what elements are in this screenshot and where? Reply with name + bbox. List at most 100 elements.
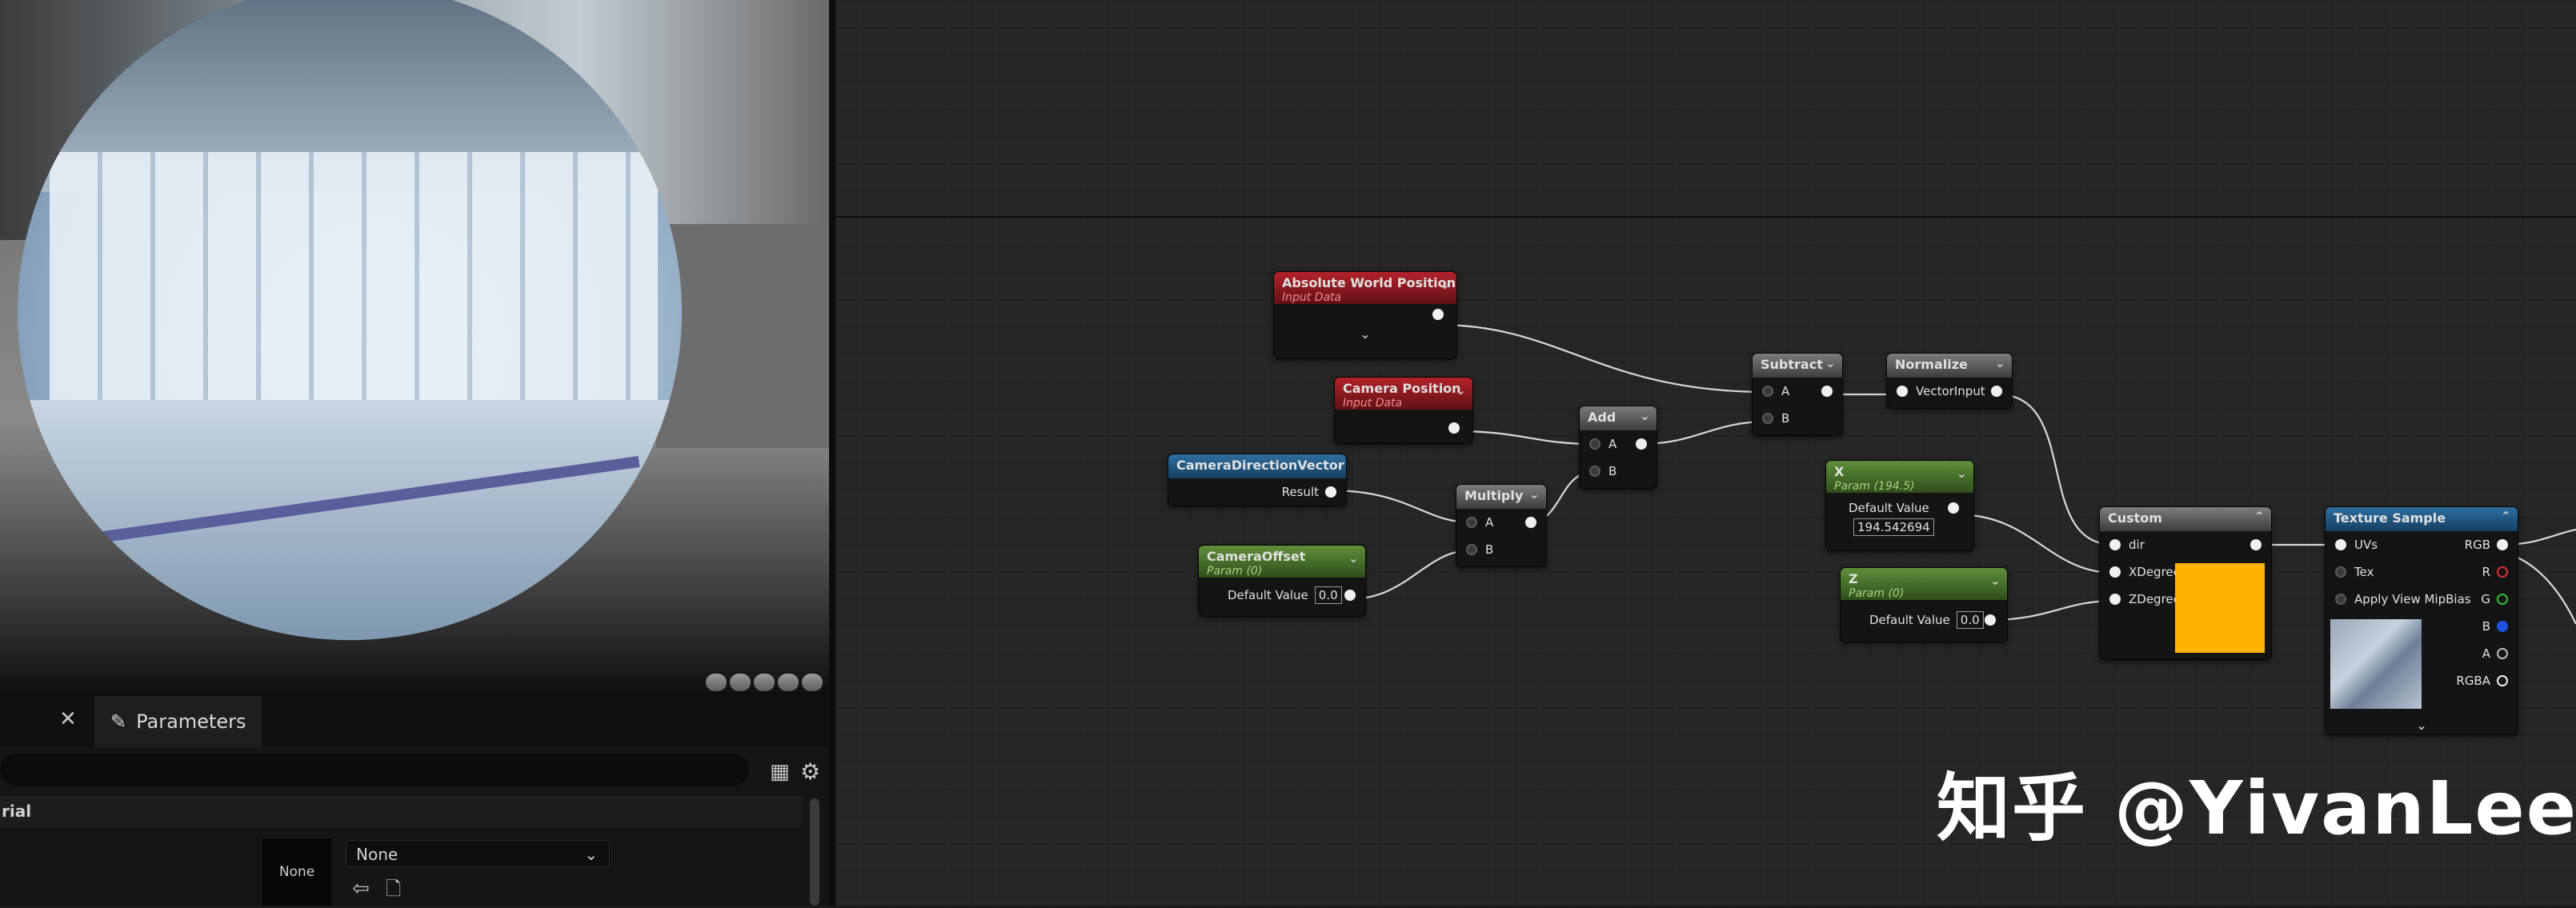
details-panel: ✕ ✎ Parameters ▦ ⚙ rial None None ⌄ ⇦ 🗋 bbox=[0, 696, 829, 906]
output-pin[interactable] bbox=[1525, 517, 1536, 528]
output-pin[interactable] bbox=[1948, 502, 1959, 514]
output-pin-a[interactable] bbox=[2497, 648, 2508, 659]
fisheye-preview-sphere bbox=[18, 0, 682, 640]
input-pin-a[interactable] bbox=[1762, 386, 1773, 397]
node-header[interactable]: Normalize ⌄ bbox=[1887, 354, 2012, 378]
default-value-field[interactable]: 0.0 bbox=[1314, 586, 1342, 604]
chevron-down-icon[interactable]: ⌄ bbox=[2326, 718, 2518, 733]
node-z-param[interactable]: Z Param (0) ⌄ Default Value 0.0 bbox=[1841, 568, 2007, 642]
chevron-down-icon[interactable]: ⌄ bbox=[1825, 355, 1836, 370]
close-icon[interactable]: ✕ bbox=[59, 707, 77, 731]
input-pin-mipbias[interactable] bbox=[2335, 594, 2346, 605]
output-pin[interactable] bbox=[1432, 309, 1444, 320]
input-pin-a[interactable] bbox=[1466, 517, 1477, 528]
node-x-param[interactable]: X Param (194.5) ⌄ Default Value 194.5426… bbox=[1826, 461, 1973, 550]
output-pin[interactable] bbox=[1344, 590, 1356, 601]
pin-row-default-value: Default Value 0.0 bbox=[1841, 600, 2007, 640]
node-camera-direction-vector[interactable]: CameraDirectionVector Result bbox=[1168, 454, 1346, 506]
pin-label: Tex bbox=[2354, 565, 2374, 579]
node-absolute-world-position[interactable]: Absolute World Position Input Data ⌄ ⌄ bbox=[1274, 272, 1456, 358]
chevron-up-icon[interactable]: ⌃ bbox=[2501, 509, 2511, 524]
chevron-down-icon[interactable]: ⌄ bbox=[1995, 355, 2005, 370]
cube-icon[interactable] bbox=[778, 674, 799, 691]
node-header[interactable]: Add ⌄ bbox=[1580, 406, 1657, 430]
input-pin-a[interactable] bbox=[1589, 438, 1600, 450]
panel-splitter[interactable] bbox=[829, 0, 835, 906]
node-subtract[interactable]: Subtract ⌄ A B bbox=[1753, 354, 1842, 435]
chevron-down-icon[interactable]: ⌄ bbox=[1529, 486, 1540, 502]
chevron-down-icon[interactable]: ⌄ bbox=[1348, 550, 1359, 566]
input-pin-xdegree[interactable] bbox=[2109, 566, 2121, 578]
input-pin-b[interactable] bbox=[1762, 413, 1773, 424]
pin-row-a: A bbox=[1753, 378, 1842, 405]
output-pin-g[interactable] bbox=[2497, 594, 2508, 605]
node-header[interactable]: Texture Sample ⌃ bbox=[2326, 507, 2518, 531]
node-header[interactable]: Z Param (0) ⌄ bbox=[1841, 568, 2007, 600]
tab-parameters[interactable]: ✎ Parameters bbox=[94, 696, 262, 747]
default-value-field[interactable]: 194.542694 bbox=[1853, 518, 1934, 536]
search-input[interactable] bbox=[0, 754, 749, 786]
node-header[interactable]: CameraOffset Param (0) ⌄ bbox=[1199, 546, 1365, 578]
input-pin-b[interactable] bbox=[1466, 544, 1477, 555]
node-header[interactable]: Camera Position Input Data ⌄ bbox=[1335, 378, 1472, 410]
browse-icon[interactable]: 🗋 bbox=[386, 875, 401, 908]
plane-icon[interactable] bbox=[754, 674, 775, 691]
node-header[interactable]: Subtract ⌄ bbox=[1753, 354, 1842, 378]
pin-row-uvs-rgb: UVs RGB bbox=[2326, 531, 2518, 558]
output-pin[interactable] bbox=[1991, 386, 2002, 397]
output-pin[interactable] bbox=[1985, 614, 1996, 626]
node-title: CameraOffset bbox=[1207, 549, 1306, 564]
node-header[interactable]: X Param (194.5) ⌄ bbox=[1826, 461, 1973, 493]
chevron-down-icon[interactable]: ⌄ bbox=[1456, 382, 1466, 398]
node-custom[interactable]: Custom ⌃ dir XDegree ZDegree bbox=[2100, 507, 2271, 659]
chevron-up-icon[interactable]: ⌃ bbox=[2254, 509, 2265, 524]
output-pin[interactable] bbox=[1636, 438, 1647, 450]
node-subtitle: Param (0) bbox=[1849, 587, 1905, 600]
use-selected-icon[interactable]: ⇦ bbox=[352, 877, 370, 901]
asset-select[interactable]: None ⌄ bbox=[346, 840, 610, 867]
teapot-icon[interactable] bbox=[802, 674, 823, 691]
node-add[interactable]: Add ⌄ A B bbox=[1580, 406, 1657, 488]
node-header[interactable]: Custom ⌃ bbox=[2100, 507, 2271, 531]
output-pin-rgba[interactable] bbox=[2497, 675, 2508, 686]
node-header[interactable]: Absolute World Position Input Data ⌄ bbox=[1274, 272, 1456, 304]
section-header-material[interactable]: rial bbox=[0, 795, 802, 827]
sphere-icon[interactable] bbox=[730, 674, 751, 691]
chevron-down-icon[interactable]: ⌄ bbox=[1440, 277, 1450, 292]
gear-icon[interactable]: ⚙ bbox=[800, 758, 820, 785]
input-pin-zdegree[interactable] bbox=[2109, 594, 2121, 605]
default-value-text: Default Value bbox=[1869, 613, 1950, 627]
node-header[interactable]: CameraDirectionVector bbox=[1168, 454, 1346, 478]
input-pin[interactable] bbox=[1897, 386, 1908, 397]
node-camera-offset[interactable]: CameraOffset Param (0) ⌄ Default Value 0.… bbox=[1199, 546, 1365, 616]
input-pin-dir[interactable] bbox=[2109, 539, 2121, 550]
output-pin-b[interactable] bbox=[2497, 621, 2508, 632]
output-pin[interactable] bbox=[2250, 539, 2262, 550]
input-pin-b[interactable] bbox=[1589, 466, 1600, 477]
node-camera-position[interactable]: Camera Position Input Data ⌄ bbox=[1335, 378, 1472, 443]
output-pin[interactable] bbox=[1448, 422, 1460, 434]
chevron-down-icon[interactable]: ⌄ bbox=[1640, 408, 1650, 423]
output-pin-r[interactable] bbox=[2497, 566, 2508, 578]
default-value-field[interactable]: 0.0 bbox=[1956, 611, 1984, 629]
node-subtitle: Param (194.5) bbox=[1834, 480, 1915, 493]
output-pin[interactable] bbox=[1325, 486, 1336, 498]
output-pin-rgb[interactable] bbox=[2497, 539, 2508, 550]
chevron-down-icon[interactable]: ⌄ bbox=[1957, 466, 1967, 481]
pin-label: XDegree bbox=[2129, 565, 2181, 579]
fisheye-floor bbox=[18, 400, 682, 640]
graph-horizontal-divider bbox=[835, 216, 2576, 218]
panel-scrollbar[interactable] bbox=[810, 798, 819, 906]
node-texture-sample[interactable]: Texture Sample ⌃ UVs RGB Tex R Apply Vie… bbox=[2326, 507, 2518, 734]
node-multiply[interactable]: Multiply ⌄ A B bbox=[1456, 485, 1546, 566]
output-pin[interactable] bbox=[1821, 386, 1833, 397]
asset-thumbnail[interactable]: None bbox=[262, 838, 331, 906]
node-header[interactable]: Multiply ⌄ bbox=[1456, 485, 1546, 509]
node-normalize[interactable]: Normalize ⌄ VectorInput bbox=[1887, 354, 2012, 408]
table-icon[interactable]: ▦ bbox=[770, 760, 790, 784]
input-pin-uvs[interactable] bbox=[2335, 539, 2346, 550]
cylinder-icon[interactable] bbox=[706, 674, 727, 691]
input-pin-tex[interactable] bbox=[2335, 566, 2346, 578]
material-preview-viewport[interactable] bbox=[0, 0, 829, 696]
chevron-down-icon[interactable]: ⌄ bbox=[1990, 573, 2001, 588]
